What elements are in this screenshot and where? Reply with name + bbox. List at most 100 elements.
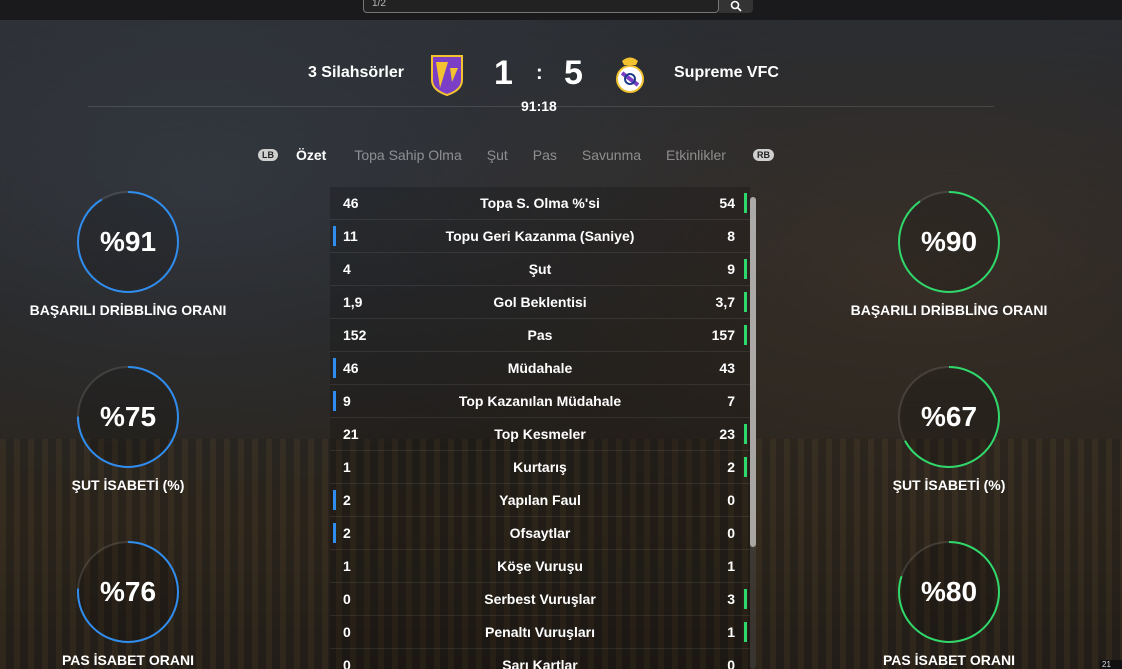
away-stat-value: 8 [727, 228, 735, 244]
stat-row: Müdahale 46 43 [330, 352, 750, 385]
stat-label: Şut [528, 261, 552, 277]
home-stat-value: 2 [343, 525, 351, 541]
stat-row: Serbest Vuruşlar 0 3 [330, 583, 750, 616]
ring-caption: BAŞARILI DRİBBLİNG ORANI [29, 302, 227, 318]
stat-row: Yapılan Faul 2 0 [330, 484, 750, 517]
stat-label: Penaltı Vuruşları [485, 624, 595, 640]
home-stat-value: 1 [343, 459, 351, 475]
stat-label: Ofsaytlar [509, 525, 571, 541]
tab-pas[interactable]: Pas [533, 147, 557, 163]
rb-button-hint[interactable]: RB [752, 149, 774, 161]
away-team-crest-icon [616, 57, 644, 93]
home-ring-2: %76 [76, 540, 180, 644]
ring-caption: ŞUT İSABETİ (%) [71, 477, 185, 493]
tab-etkinlikler[interactable]: Etkinlikler [666, 147, 726, 163]
home-stat-value: 0 [343, 657, 351, 669]
home-stat-value: 11 [343, 228, 358, 244]
stats-table: Topa S. Olma %'si 46 54 Topu Geri Kazanma (… [330, 187, 750, 669]
tab-sut[interactable]: Şut [487, 147, 508, 163]
home-team-crest-icon [431, 55, 463, 96]
away-score: 5 [564, 54, 583, 92]
stat-row: Top Kesmeler 21 23 [330, 418, 750, 451]
ring-percentage: %91 [99, 226, 157, 257]
away-stat-value: 1 [727, 624, 735, 640]
home-stat-value: 0 [343, 591, 351, 607]
stat-label: Top Kesmeler [494, 426, 586, 442]
away-stat-value: 9 [727, 261, 735, 277]
ring-percentage: %76 [99, 576, 157, 607]
stat-label: Pas [527, 327, 553, 343]
away-team-name: Supreme VFC [674, 64, 779, 81]
stat-row: Sarı Kartlar 0 0 [330, 649, 750, 669]
away-stat-value: 7 [727, 393, 735, 409]
home-stat-value: 1 [343, 558, 351, 574]
ring-caption: BAŞARILI DRİBBLİNG ORANI [850, 302, 1048, 318]
stat-row: Penaltı Vuruşları 0 1 [330, 616, 750, 649]
home-stat-value: 46 [343, 195, 359, 211]
away-ring-0: %90 [897, 190, 1001, 294]
ring-percentage: %67 [920, 401, 978, 432]
away-stat-value: 157 [711, 327, 735, 343]
home-ring-0: %91 [76, 190, 180, 294]
home-stat-value: 0 [343, 624, 351, 640]
away-ring-1: %67 [897, 365, 1001, 469]
tab-topa-sahip-olma[interactable]: Topa Sahip Olma [354, 147, 461, 163]
header-divider [88, 106, 994, 107]
away-ring-2: %80 [897, 540, 1001, 644]
ring-caption: PAS İSABET ORANI [62, 652, 194, 668]
tab-ozet[interactable]: Özet [296, 147, 326, 163]
ring-caption: ŞUT İSABETİ (%) [892, 477, 1006, 493]
home-stat-value: 152 [343, 327, 367, 343]
ring-percentage: %90 [920, 226, 978, 257]
ring-percentage: %80 [920, 576, 978, 607]
away-stat-value: 43 [719, 360, 735, 376]
stat-label: Müdahale [507, 360, 573, 376]
search-input[interactable]: 1/2 [363, 0, 719, 13]
match-header: 3 Silahsörler 1 : 5 Supreme VFC 91:18 [0, 40, 1122, 120]
stat-row: Ofsaytlar 2 0 [330, 517, 750, 550]
stat-row: Gol Beklentisi 1,9 3,7 [330, 286, 750, 319]
stats-scrollbar-thumb[interactable] [750, 197, 756, 547]
corner-indicator: 21 [1100, 660, 1122, 669]
tab-savunma[interactable]: Savunma [582, 147, 641, 163]
stat-label: Sarı Kartlar [502, 657, 578, 669]
stat-label: Top Kazanılan Müdahale [458, 393, 622, 409]
home-stat-value: 21 [343, 426, 359, 442]
ring-caption: PAS İSABET ORANI [883, 652, 1015, 668]
stat-row: Köşe Vuruşu 1 1 [330, 550, 750, 583]
away-stat-value: 0 [727, 657, 735, 669]
stat-label: Topa S. Olma %'si [480, 195, 600, 211]
stats-tab-bar: LB Özet Topa Sahip Olma Şut Pas Savunma … [258, 144, 774, 166]
away-stat-value: 2 [727, 459, 735, 475]
stat-label: Topu Geri Kazanma (Saniye) [445, 228, 635, 244]
stat-row: Topu Geri Kazanma (Saniye) 11 8 [330, 220, 750, 253]
away-stat-value: 3,7 [715, 294, 735, 310]
home-stat-value: 4 [343, 261, 351, 277]
stat-row: Topa S. Olma %'si 46 54 [330, 187, 750, 220]
lb-button-hint[interactable]: LB [258, 149, 278, 161]
search-icon [730, 0, 742, 12]
home-team-name: 3 Silahsörler [307, 64, 404, 81]
home-stat-value: 46 [343, 360, 359, 376]
stat-row: Pas 152 157 [330, 319, 750, 352]
stat-label: Kurtarış [513, 459, 567, 475]
away-stat-value: 0 [727, 492, 735, 508]
home-score: 1 [494, 54, 513, 92]
stat-label: Serbest Vuruşlar [484, 591, 596, 607]
home-stat-value: 2 [343, 492, 351, 508]
away-stat-value: 23 [719, 426, 735, 442]
away-stat-value: 0 [727, 525, 735, 541]
search-button[interactable] [719, 0, 753, 13]
stat-label: Yapılan Faul [499, 492, 581, 508]
stat-label: Köşe Vuruşu [497, 558, 583, 574]
away-stat-value: 1 [727, 558, 735, 574]
stat-row: Kurtarış 1 2 [330, 451, 750, 484]
stat-row: Şut 4 9 [330, 253, 750, 286]
home-ring-1: %75 [76, 365, 180, 469]
top-bar: 1/2 [0, 0, 1122, 20]
away-stat-value: 54 [719, 195, 735, 211]
away-stat-value: 3 [727, 591, 735, 607]
stat-label: Gol Beklentisi [493, 294, 587, 310]
home-stat-value: 9 [343, 393, 351, 409]
home-stat-value: 1,9 [343, 294, 363, 310]
